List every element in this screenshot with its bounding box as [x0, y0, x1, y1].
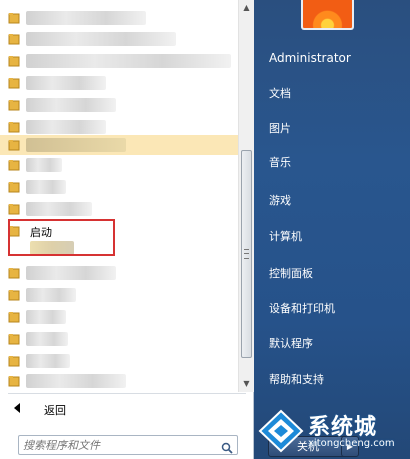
blurred-label [26, 98, 116, 112]
folder-icon [8, 159, 20, 171]
folder-icon [8, 33, 20, 45]
user-avatar[interactable] [301, 0, 354, 30]
program-folder-row[interactable] [0, 117, 238, 137]
program-folder-row[interactable] [0, 95, 238, 115]
blurred-label [26, 202, 92, 216]
folder-icon [8, 12, 20, 24]
blurred-label [26, 266, 116, 280]
folder-icon [8, 355, 20, 367]
menu-item-default-programs[interactable]: 默认程序 [263, 333, 401, 355]
folder-icon [8, 55, 20, 67]
watermark-subtitle: xitongcheng.com [308, 438, 395, 449]
menu-item-computer[interactable]: 计算机 [263, 226, 401, 248]
blurred-label [26, 138, 126, 152]
menu-item-pictures[interactable]: 图片 [263, 118, 401, 140]
blurred-label [26, 310, 66, 324]
watermark-logo-icon [258, 409, 304, 453]
program-folder-row[interactable] [0, 155, 238, 175]
folder-icon [8, 121, 20, 133]
folder-icon [8, 77, 20, 89]
program-folder-row[interactable] [0, 285, 238, 305]
programs-panel: 启动 ▲ ▼ 返回 搜索程序和文件 [0, 0, 254, 459]
program-list-scrollbar[interactable]: ▲ ▼ [238, 0, 254, 392]
annotation-highlight-box [8, 219, 115, 256]
program-folder-row[interactable] [0, 8, 238, 28]
menu-item-control-panel[interactable]: 控制面板 [263, 263, 401, 285]
folder-icon [8, 289, 20, 301]
folder-icon [8, 181, 20, 193]
folder-icon [8, 267, 20, 279]
program-folder-row[interactable] [0, 263, 238, 283]
program-folder-row[interactable] [0, 371, 238, 391]
program-list: 启动 [0, 0, 238, 392]
program-folder-row[interactable] [0, 351, 238, 371]
folder-icon [8, 311, 20, 323]
search-box[interactable] [18, 435, 238, 455]
program-folder-row[interactable] [0, 73, 238, 93]
blurred-label [26, 332, 68, 346]
blurred-label [26, 11, 146, 25]
blurred-label [26, 32, 176, 46]
watermark-title: 系统城 [308, 415, 378, 440]
program-folder-row[interactable] [0, 51, 238, 71]
folder-icon [8, 99, 20, 111]
watermark: 系统城 xitongcheng.com [258, 405, 408, 457]
program-folder-row[interactable] [0, 199, 238, 219]
menu-item-help-support[interactable]: 帮助和支持 [263, 369, 401, 391]
scroll-thumb[interactable] [241, 150, 252, 358]
folder-icon [8, 139, 20, 151]
start-menu-right-panel: Administrator 文档 图片 音乐 游戏 计算机 控制面板 设备和打印… [254, 0, 410, 459]
program-folder-row[interactable] [0, 329, 238, 349]
menu-item-documents[interactable]: 文档 [263, 83, 401, 105]
back-label: 返回 [44, 404, 66, 417]
menu-item-devices-printers[interactable]: 设备和打印机 [263, 298, 401, 320]
menu-item-music[interactable]: 音乐 [263, 152, 401, 174]
program-folder-row[interactable] [0, 307, 238, 327]
scroll-down-icon[interactable]: ▼ [239, 376, 254, 392]
folder-icon [8, 375, 20, 387]
back-button[interactable]: 返回 [0, 398, 238, 420]
program-folder-row[interactable] [0, 177, 238, 197]
blurred-label [26, 76, 106, 90]
menu-item-games[interactable]: 游戏 [263, 190, 401, 212]
search-input[interactable] [23, 437, 213, 453]
program-folder-row[interactable] [0, 29, 238, 49]
back-arrow-icon [14, 403, 20, 413]
user-name-item[interactable]: Administrator [263, 47, 401, 69]
blurred-label [26, 180, 66, 194]
search-icon[interactable] [221, 439, 233, 454]
blurred-label [26, 354, 70, 368]
scroll-up-icon[interactable]: ▲ [239, 0, 254, 16]
folder-icon [8, 203, 20, 215]
blurred-label [26, 120, 106, 134]
grip-icon [244, 249, 249, 259]
folder-icon [8, 333, 20, 345]
blurred-label [26, 158, 62, 172]
blurred-label [26, 374, 126, 388]
divider [8, 393, 246, 394]
program-folder-row-highlighted[interactable] [0, 135, 238, 155]
blurred-label [26, 54, 231, 68]
blurred-label [26, 288, 76, 302]
